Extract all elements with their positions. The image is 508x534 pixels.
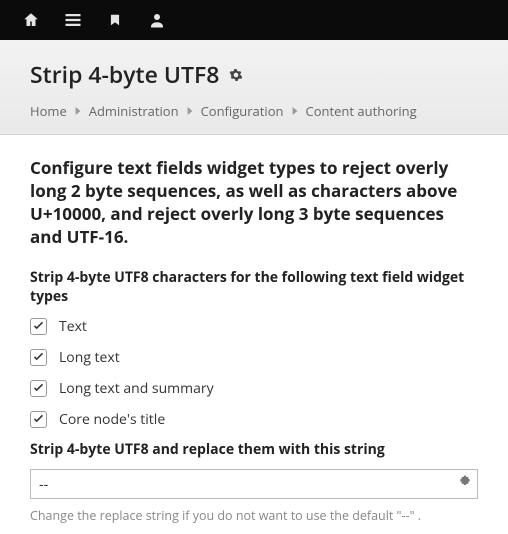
chevron-right-icon: [74, 107, 82, 115]
chevron-right-icon: [291, 107, 299, 115]
intro-text: Configure text fields widget types to re…: [30, 157, 478, 249]
user-icon[interactable]: [136, 0, 178, 40]
checkbox-core-node-title[interactable]: [30, 411, 47, 428]
breadcrumb: Home Administration Configuration Conten…: [30, 102, 478, 120]
checkbox-row: Long text: [30, 348, 478, 367]
home-icon[interactable]: [10, 0, 52, 40]
checkbox-row: Core node's title: [30, 410, 478, 429]
checkbox-label: Long text and summary: [59, 379, 214, 398]
breadcrumb-item[interactable]: Content authoring: [306, 102, 417, 120]
page-title-text: Strip 4-byte UTF8: [30, 58, 219, 90]
breadcrumb-item[interactable]: Administration: [89, 102, 179, 120]
breadcrumb-item[interactable]: Home: [30, 102, 67, 120]
breadcrumb-item[interactable]: Configuration: [201, 102, 284, 120]
checkbox-label: Text: [59, 317, 87, 336]
menu-icon[interactable]: [52, 0, 94, 40]
checkbox-long-text[interactable]: [30, 349, 47, 366]
checkbox-long-text-summary[interactable]: [30, 380, 47, 397]
replace-string-field: [30, 469, 478, 499]
bookmark-icon[interactable]: [94, 0, 136, 40]
replace-string-label: Strip 4-byte UTF8 and replace them with …: [30, 441, 478, 460]
checkbox-label: Core node's title: [59, 410, 165, 429]
chevron-right-icon: [186, 107, 194, 115]
checkbox-label: Long text: [59, 348, 120, 367]
checkbox-row: Text: [30, 317, 478, 336]
main-content: Configure text fields widget types to re…: [0, 135, 508, 534]
checkbox-text[interactable]: [30, 318, 47, 335]
module-icon[interactable]: [458, 475, 472, 494]
gear-icon[interactable]: [229, 68, 243, 82]
page-title: Strip 4-byte UTF8: [30, 58, 478, 90]
checkbox-row: Long text and summary: [30, 379, 478, 398]
page-header: Strip 4-byte UTF8 Home Administration Co…: [0, 40, 508, 135]
replace-string-input[interactable]: [30, 469, 478, 499]
widget-types-label: Strip 4-byte UTF8 characters for the fol…: [30, 269, 478, 307]
admin-toolbar: [0, 0, 508, 40]
replace-string-help: Change the replace string if you do not …: [30, 507, 478, 524]
